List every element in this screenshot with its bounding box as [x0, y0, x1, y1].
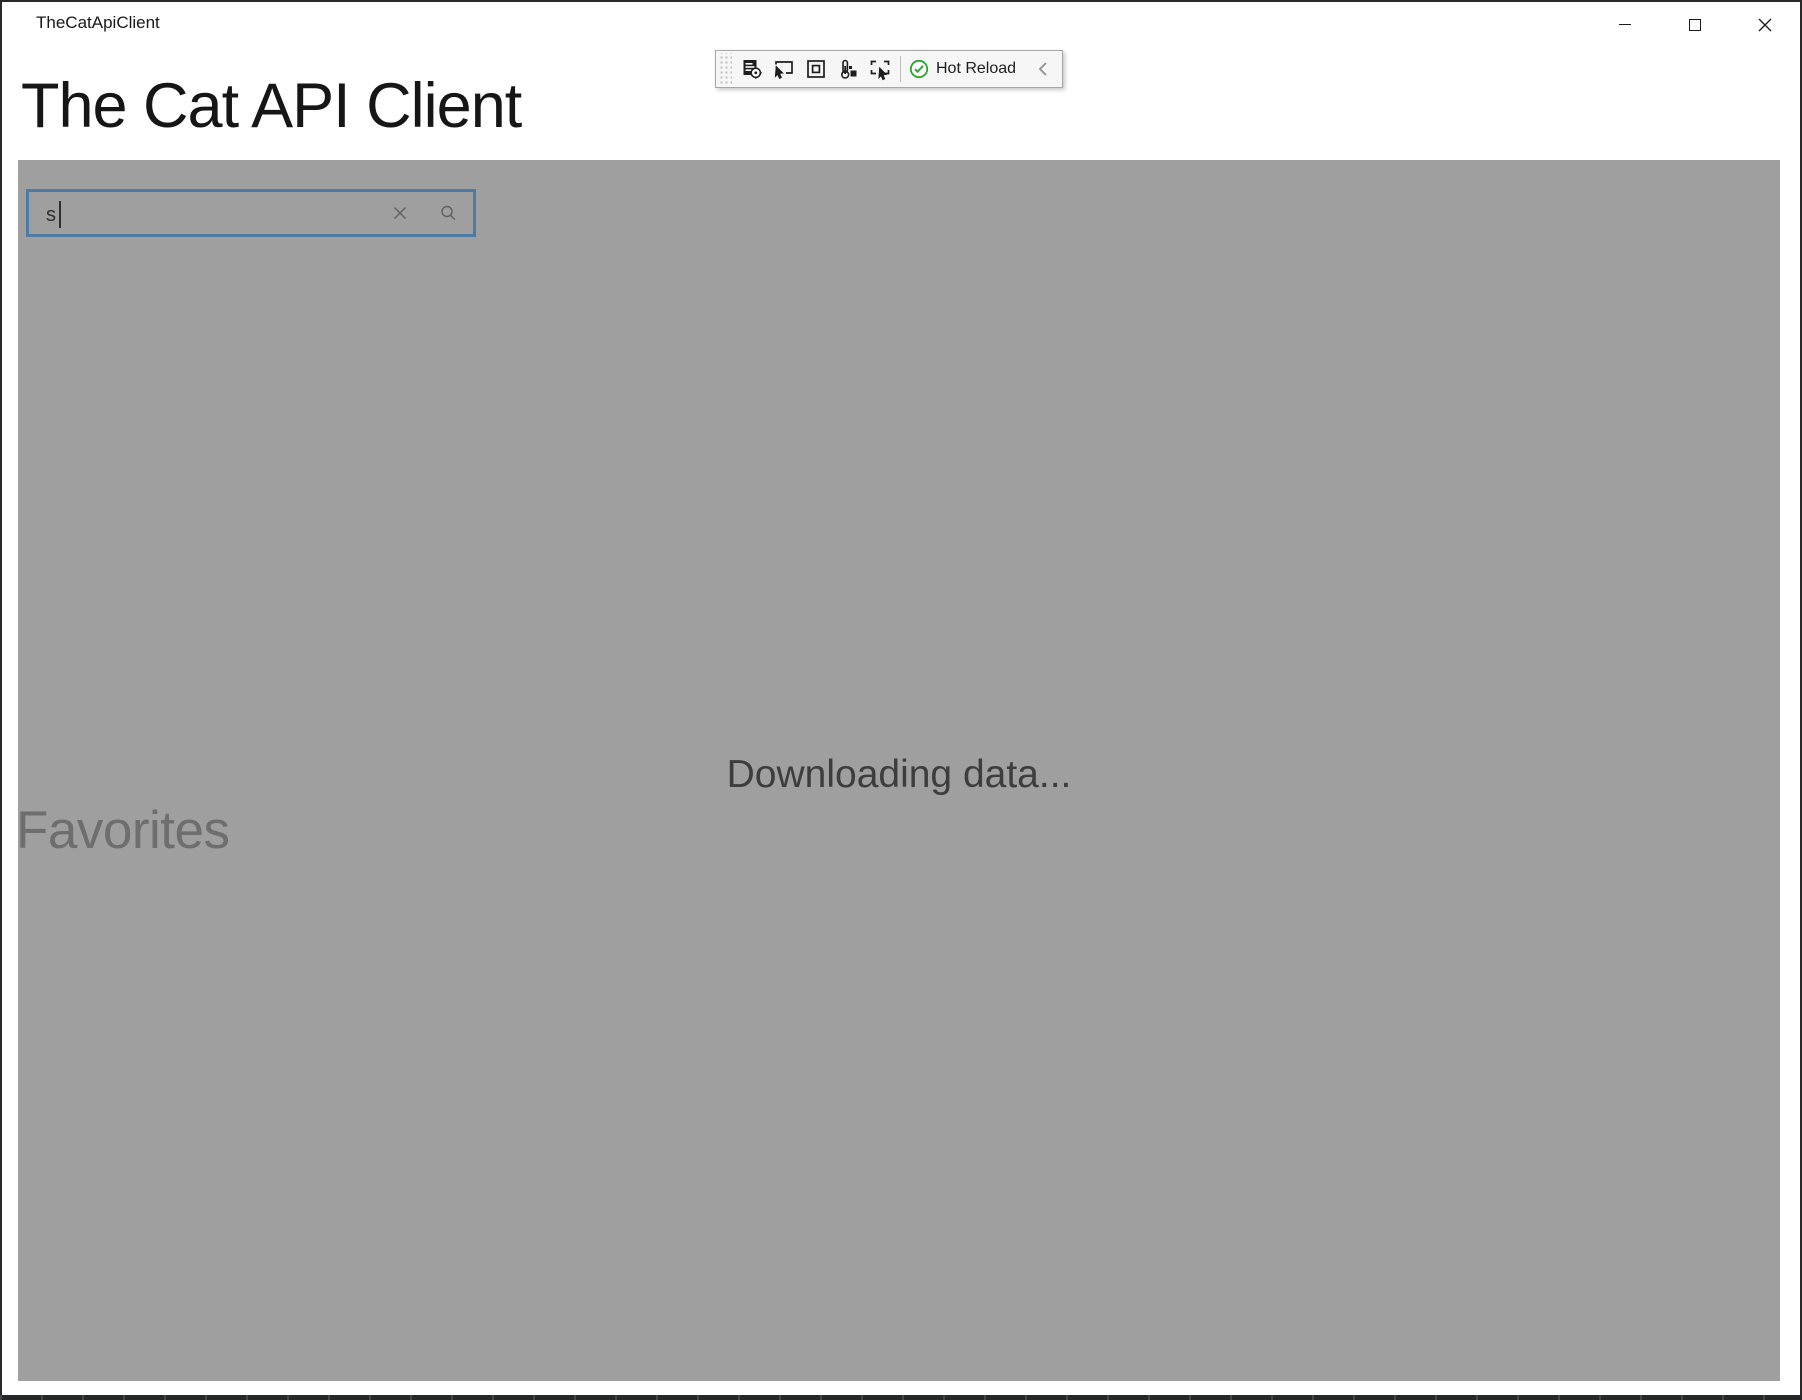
title-bar: TheCatApiClient [0, 0, 1802, 48]
live-visual-tree-icon [740, 57, 764, 81]
loading-status-text: Downloading data... [18, 753, 1780, 797]
close-button[interactable] [1740, 2, 1790, 47]
element-diagnostics-icon [836, 57, 860, 81]
page-title: The Cat API Client [21, 70, 521, 142]
enable-selection-icon [772, 57, 796, 81]
favorites-section-label: Favorites [16, 800, 229, 861]
track-focused-element-icon [868, 57, 892, 81]
bottom-edge-bar [0, 1395, 1802, 1400]
chevron-left-icon [1037, 61, 1049, 77]
window-title: TheCatApiClient [36, 13, 160, 33]
magnifier-icon [439, 204, 457, 222]
track-focused-element-button[interactable] [864, 53, 896, 85]
toolbar-drag-grip[interactable] [718, 53, 732, 85]
xaml-debug-toolbar: Hot Reload [715, 50, 1063, 88]
text-caret [59, 201, 61, 228]
element-diagnostics-button[interactable] [832, 53, 864, 85]
green-check-circle-icon [909, 59, 929, 79]
minimize-button[interactable] [1600, 2, 1650, 47]
hot-reload-label: Hot Reload [936, 60, 1016, 78]
display-layout-adorners-icon [804, 57, 828, 81]
loading-overlay: s Downloading data... Favorites [18, 160, 1780, 1381]
hot-reload-button[interactable]: Hot Reload [909, 59, 1016, 79]
maximize-icon [1689, 19, 1701, 31]
maximize-button[interactable] [1670, 2, 1720, 47]
toolbar-collapse-button[interactable] [1032, 56, 1054, 82]
toolbar-separator [900, 56, 901, 82]
search-input[interactable]: s [26, 189, 476, 237]
clear-x-icon [392, 205, 408, 221]
close-icon [1758, 18, 1772, 32]
live-visual-tree-button[interactable] [736, 53, 768, 85]
display-layout-adorners-button[interactable] [800, 53, 832, 85]
clear-search-button[interactable] [383, 192, 417, 234]
search-value: s [46, 204, 56, 227]
search-button[interactable] [431, 192, 465, 234]
minimize-icon [1619, 24, 1631, 25]
enable-selection-button[interactable] [768, 53, 800, 85]
